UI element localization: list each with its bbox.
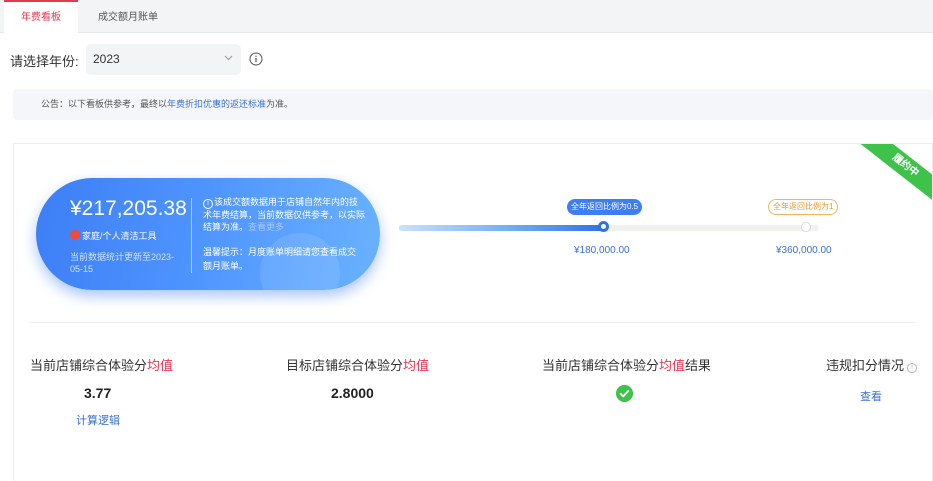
violation-view-link[interactable]: 查看 bbox=[860, 388, 882, 404]
progress-track bbox=[399, 225, 819, 231]
check-circle-icon bbox=[616, 385, 633, 402]
year-select[interactable]: 2023 bbox=[86, 44, 241, 75]
notice-suffix: 为准。 bbox=[266, 99, 294, 109]
milestone-tag-1: 全年返回比例为0.5 bbox=[567, 199, 643, 215]
info-icon: i bbox=[203, 199, 213, 209]
desc-more-link[interactable]: 查看更多 bbox=[248, 222, 284, 232]
progress-end-knob bbox=[801, 222, 811, 232]
info-icon[interactable] bbox=[249, 52, 263, 66]
metric-current-score-title: 当前店铺综合体验分均值 bbox=[30, 355, 173, 374]
announcement-bar: 公告：以下看板供参考，最终以年费折扣优惠的返还标准为准。 bbox=[13, 89, 933, 120]
summary-capsule: ¥217,205.38 家庭/个人清洁工具 当前数据统计更新至2023-05-1… bbox=[36, 178, 380, 290]
category-dot-icon bbox=[70, 230, 80, 240]
metric-title-highlight: 均值 bbox=[403, 358, 430, 373]
capsule-divider bbox=[191, 198, 192, 273]
metric-title-text: 当前店铺综合体验分 bbox=[30, 358, 148, 373]
metric-title-text: 当前店铺综合体验分 bbox=[542, 358, 660, 373]
milestone-amount-1: ¥180,000.00 bbox=[574, 245, 630, 256]
progress-fill bbox=[399, 225, 603, 231]
tab-bar: 年费看板 成交额月账单 bbox=[0, 0, 933, 33]
metric-title-highlight: 均值 bbox=[659, 358, 686, 373]
metric-title-text: 目标店铺综合体验分 bbox=[286, 358, 404, 373]
status-ribbon: 履约中 bbox=[855, 144, 932, 208]
metric-target-score-value: 2.8000 bbox=[331, 385, 374, 401]
milestone-tag-2: 全年返回比例为1 bbox=[768, 199, 839, 215]
category-text: 家庭/个人清洁工具 bbox=[82, 231, 157, 241]
notice-link[interactable]: 年费折扣优惠的返还标准 bbox=[167, 99, 266, 109]
metric-title-highlight: 均值 bbox=[147, 358, 174, 373]
turnover-amount: ¥217,205.38 bbox=[70, 197, 187, 220]
metric-score-result-title: 当前店铺综合体验分均值结果 bbox=[542, 355, 711, 374]
year-select-value: 2023 bbox=[93, 52, 120, 66]
notice-prefix: 公告：以下看板供参考，最终以 bbox=[41, 99, 168, 109]
progress-current-knob bbox=[597, 221, 609, 232]
chevron-down-icon bbox=[224, 55, 233, 61]
metric-target-score-title: 目标店铺综合体验分均值 bbox=[286, 355, 429, 374]
section-divider bbox=[30, 322, 915, 323]
capsule-description: i 该成交额数据用于店铺自然年内的技术年费结算，当前数据仅供参考，以实际结算为准。… bbox=[203, 196, 365, 233]
tab-monthly-bill[interactable]: 成交额月账单 bbox=[78, 0, 178, 33]
capsule-tip: 温馨提示：月度账单明细请您查看成交额月账单。 bbox=[203, 247, 357, 271]
calc-logic-link[interactable]: 计算逻辑 bbox=[76, 412, 120, 428]
info-icon[interactable]: i bbox=[907, 363, 918, 373]
metric-violation-title: 违规扣分情况 i bbox=[826, 355, 918, 374]
category-label: 家庭/个人清洁工具 bbox=[70, 229, 157, 242]
metric-title-text: 违规扣分情况 bbox=[826, 358, 905, 373]
tab-annual-fee-board[interactable]: 年费看板 bbox=[4, 0, 78, 33]
year-label: 请选择年份: bbox=[10, 54, 79, 69]
metric-current-score-value: 3.77 bbox=[84, 385, 112, 401]
metric-title-suffix: 结果 bbox=[685, 358, 712, 373]
annual-fee-card: 履约中 ¥217,205.38 家庭/个人清洁工具 当前数据统计更新至2023-… bbox=[13, 143, 933, 481]
milestone-amount-2: ¥360,000.00 bbox=[776, 245, 832, 256]
update-date: 当前数据统计更新至2023-05-15 bbox=[70, 252, 175, 274]
